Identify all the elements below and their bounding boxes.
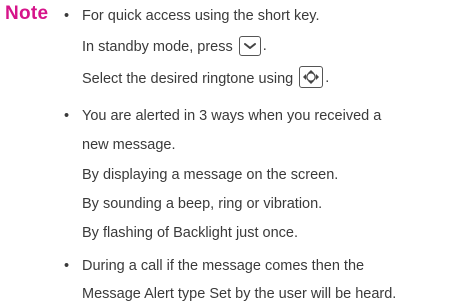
- item-1-line-3-text: Select the desired ringtone using: [82, 71, 294, 87]
- item-2-line-1: You are alerted in 3 ways when you recei…: [82, 108, 382, 124]
- item-3-line-2: Message Alert type Set by the user will …: [82, 286, 397, 302]
- item-1-line-2: In standby mode, press.: [82, 35, 267, 56]
- item-2-line-5: By flashing of Backlight just once.: [82, 225, 299, 241]
- item-3-line-1: During a call if the message comes then …: [82, 258, 365, 274]
- bullet-3: •: [64, 258, 70, 274]
- bullet-1: •: [64, 8, 70, 24]
- item-1-line-2-text: In standby mode, press: [82, 39, 233, 55]
- item-2-line-3: By displaying a message on the screen.: [82, 167, 339, 183]
- item-2-line-2: new message.: [82, 137, 176, 153]
- item-1-line-3: Select the desired ringtone using.: [82, 66, 330, 89]
- note-label: Note: [5, 3, 49, 24]
- item-1-line-2-period: .: [262, 38, 267, 55]
- item-2-line-4: By sounding a beep, ring or vibration.: [82, 196, 323, 212]
- bullet-2: •: [64, 108, 70, 124]
- navigation-key-icon: [299, 66, 324, 89]
- item-1-line-1: For quick access using the short key.: [82, 8, 320, 24]
- item-1-line-3-period: .: [325, 70, 330, 87]
- down-arrow-key-icon: [238, 35, 261, 56]
